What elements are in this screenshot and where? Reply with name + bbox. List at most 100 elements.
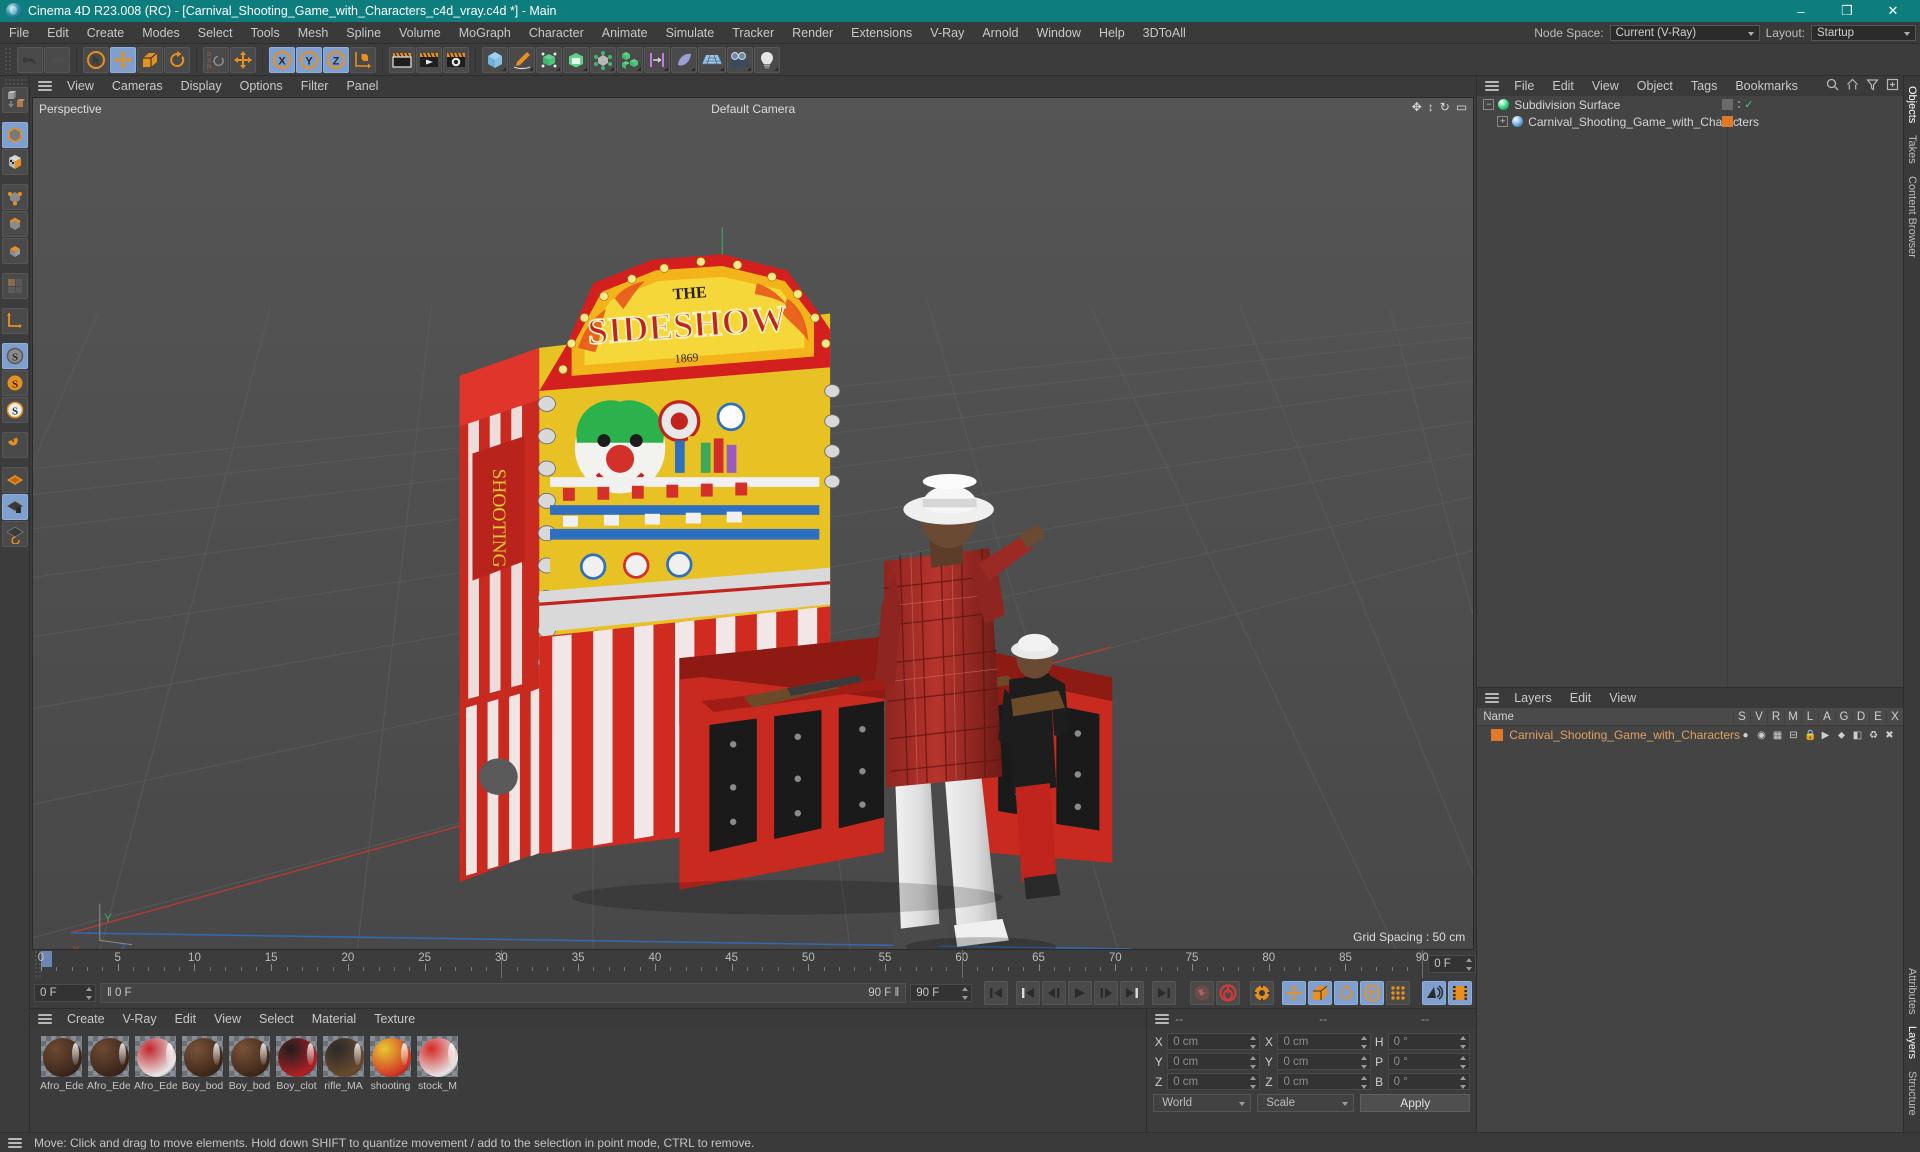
tab-structure[interactable]: Structure <box>1906 1065 1918 1122</box>
material-swatch[interactable]: rifle_MA <box>322 1035 365 1092</box>
undo-button[interactable] <box>17 46 43 73</box>
left-palette-grip[interactable] <box>3 78 26 85</box>
step-forward-button[interactable] <box>1094 981 1119 1005</box>
align-workplane-button[interactable] <box>1 521 28 547</box>
add-array-button[interactable] <box>617 46 643 73</box>
viewport-menu-filter[interactable]: Filter <box>292 76 338 96</box>
material-preview[interactable] <box>87 1035 130 1078</box>
key-position-button[interactable] <box>1282 981 1307 1005</box>
edge-mode-button[interactable] <box>1 211 28 237</box>
layer-toggle-icon[interactable]: ⊟ <box>1788 730 1799 741</box>
material-swatch[interactable]: Boy_clot <box>275 1035 318 1092</box>
layer-manager-hamburger-icon[interactable] <box>1483 691 1501 705</box>
play-button[interactable] <box>1068 981 1093 1005</box>
material-preview[interactable] <box>322 1035 365 1078</box>
material-menu-texture[interactable]: Texture <box>365 1009 424 1029</box>
coordinate-spinner[interactable] <box>1250 1036 1257 1049</box>
animation-settings-button[interactable] <box>1250 981 1275 1005</box>
menu-tools[interactable]: Tools <box>242 22 289 44</box>
key-scale-button[interactable] <box>1308 981 1333 1005</box>
material-preview[interactable] <box>416 1035 459 1078</box>
material-menu-select[interactable]: Select <box>250 1009 303 1029</box>
workplane-button[interactable] <box>1 467 28 493</box>
coordinate-position-z-field[interactable]: 0 cm <box>1167 1073 1261 1090</box>
material-swatch[interactable]: Boy_bod <box>181 1035 224 1092</box>
status-bar-hamburger-icon[interactable] <box>6 1136 24 1150</box>
menu-mograph[interactable]: MoGraph <box>450 22 520 44</box>
menu-mesh[interactable]: Mesh <box>289 22 338 44</box>
object-tag-icon[interactable] <box>1722 99 1734 110</box>
enable-quantize-button[interactable]: S <box>1 397 28 423</box>
material-swatch[interactable]: shooting <box>369 1035 412 1092</box>
layer-menu-view[interactable]: View <box>1600 688 1645 708</box>
layer-menu-edit[interactable]: Edit <box>1561 688 1601 708</box>
go-to-end-button[interactable] <box>1152 981 1177 1005</box>
layer-toggle-icon[interactable]: ▶ <box>1820 730 1831 741</box>
menu-create[interactable]: Create <box>78 22 134 44</box>
key-parameter-button[interactable]: P <box>1360 981 1385 1005</box>
maximize-button[interactable]: ❐ <box>1824 0 1870 22</box>
menu-simulate[interactable]: Simulate <box>657 22 724 44</box>
object-tree-row[interactable]: + Carnival_Shooting_Game_with_Characters <box>1477 113 1903 130</box>
coordinate-spinner[interactable] <box>1250 1056 1257 1069</box>
object-tree[interactable]: − Subdivision Surface ✓ + Carnival_Shooting_… <box>1477 96 1903 688</box>
interactive-render-region-button[interactable] <box>1422 981 1447 1005</box>
add-cube-button[interactable] <box>482 46 508 73</box>
material-menu-view[interactable]: View <box>205 1009 250 1029</box>
step-back-button[interactable] <box>1042 981 1067 1005</box>
lock-y-axis-button[interactable]: Y <box>296 46 322 73</box>
layer-table-body[interactable]: Carnival_Shooting_Game_with_Characters ● ◉… <box>1477 726 1903 1133</box>
timeline-ruler[interactable]: 051015202530354045505560657075808590 0 F <box>30 950 1477 978</box>
layer-toggle-icon[interactable]: ⬥ <box>1836 730 1847 741</box>
object-manager-hamburger-icon[interactable] <box>1483 79 1501 93</box>
coordinate-spinner[interactable] <box>1250 1076 1257 1089</box>
material-menu-hamburger-icon[interactable] <box>36 1012 54 1026</box>
object-menu-edit[interactable]: Edit <box>1543 76 1583 96</box>
material-swatch[interactable]: Afro_Ede <box>134 1035 177 1092</box>
viewport-menu-panel[interactable]: Panel <box>337 76 387 96</box>
rotate-tool-button[interactable] <box>164 46 190 73</box>
coordinate-position-x-field[interactable]: 0 cm <box>1167 1033 1261 1050</box>
object-tag-icon[interactable] <box>1722 116 1734 127</box>
scale-tool-button[interactable] <box>137 46 163 73</box>
render-region-button[interactable] <box>1448 981 1473 1005</box>
viewport-move-icon[interactable]: ✥ <box>1412 100 1422 114</box>
add-nurbs-button[interactable] <box>536 46 562 73</box>
tab-takes[interactable]: Takes <box>1906 129 1918 170</box>
menu-extensions[interactable]: Extensions <box>842 22 921 44</box>
object-axis-mode-button[interactable] <box>1 308 28 334</box>
timeline-track[interactable]: 051015202530354045505560657075808590 <box>38 950 1429 978</box>
magnet-tool-button[interactable] <box>1 432 28 458</box>
layer-toggle-icon[interactable]: 🔒 <box>1804 730 1816 741</box>
next-keyframe-button[interactable] <box>1120 981 1145 1005</box>
add-camera-button[interactable] <box>727 46 753 73</box>
layer-toggle-icon[interactable]: ● <box>1740 730 1751 741</box>
object-menu-bookmarks[interactable]: Bookmarks <box>1726 76 1807 96</box>
render-to-picture-viewer-button[interactable] <box>416 46 442 73</box>
tab-objects[interactable]: Objects <box>1906 80 1918 129</box>
viewport-menu-hamburger-icon[interactable] <box>36 79 54 93</box>
material-preview[interactable] <box>275 1035 318 1078</box>
coordinate-rotation-h-field[interactable]: 0 ° <box>1387 1033 1471 1050</box>
tree-expander-icon[interactable]: − <box>1483 99 1495 110</box>
coordinate-size-y-field[interactable]: 0 cm <box>1277 1053 1371 1070</box>
material-swatch[interactable]: Afro_Ede <box>40 1035 83 1092</box>
coordinate-size-x-field[interactable]: 0 cm <box>1277 1033 1371 1050</box>
material-preview[interactable] <box>369 1035 412 1078</box>
enable-axis-modification-button[interactable]: S <box>1 343 28 369</box>
layer-row[interactable]: Carnival_Shooting_Game_with_Characters ● ◉… <box>1477 726 1903 744</box>
world-object-axis-button[interactable] <box>230 46 256 73</box>
object-menu-object[interactable]: Object <box>1628 76 1682 96</box>
go-to-start-button[interactable] <box>984 981 1009 1005</box>
menu-animate[interactable]: Animate <box>593 22 657 44</box>
material-preview[interactable] <box>181 1035 224 1078</box>
material-swatch-grid[interactable]: Afro_Ede Afro_Ede Afro_Ede Boy_bod Boy_bod Bo… <box>30 1029 1146 1132</box>
add-mograph-button[interactable] <box>644 46 670 73</box>
tab-content-browser[interactable]: Content Browser <box>1906 170 1918 264</box>
layer-toggle-icon[interactable]: ▦ <box>1772 730 1783 741</box>
menu-3dtoall[interactable]: 3DToAll <box>1134 22 1195 44</box>
texture-mode-button[interactable] <box>1 149 28 175</box>
node-space-select[interactable]: Current (V-Ray) <box>1609 25 1760 41</box>
world-coordinate-system-button[interactable] <box>350 46 376 73</box>
toolbar-grip[interactable] <box>4 46 11 73</box>
